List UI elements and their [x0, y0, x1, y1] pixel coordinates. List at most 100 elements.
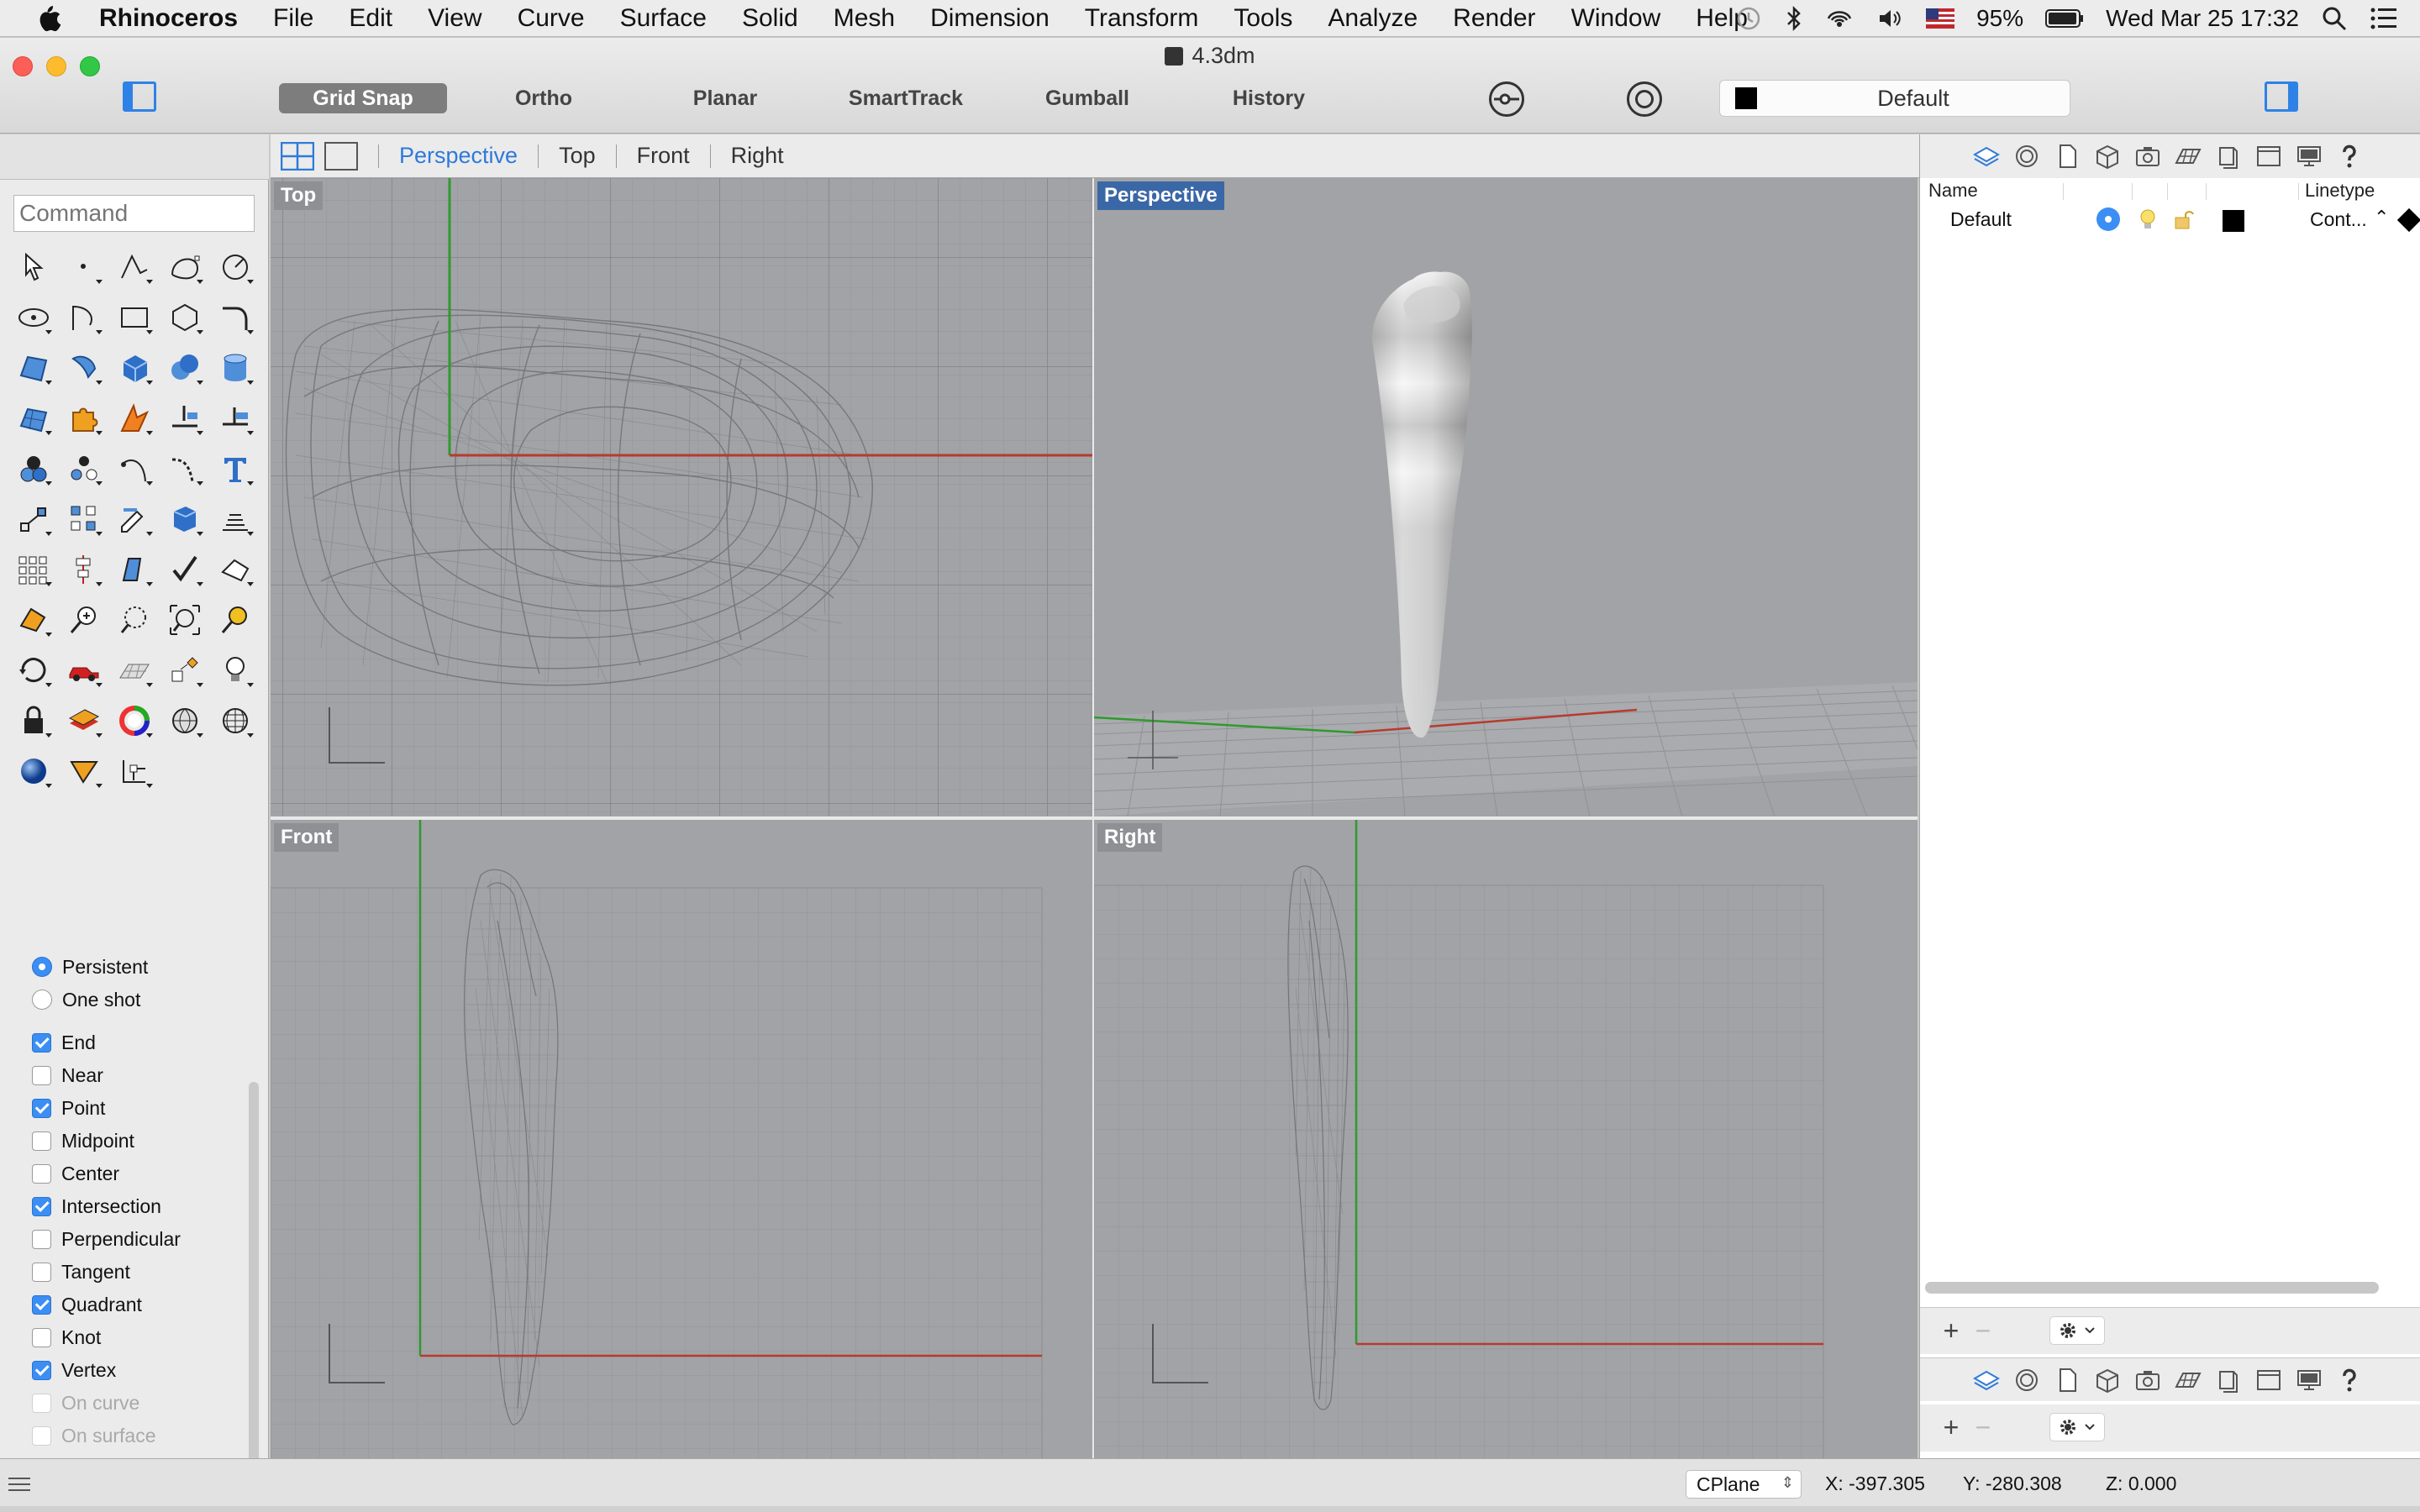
checkbox[interactable] [32, 1032, 51, 1053]
radio-button[interactable] [32, 990, 52, 1010]
menu-file[interactable]: File [255, 4, 331, 33]
notes-panel-icon[interactable] [2051, 140, 2083, 172]
current-layer-combo[interactable]: Default [1719, 80, 2070, 117]
filter-icon[interactable] [1489, 81, 1524, 117]
osnap-quadrant[interactable]: Quadrant [32, 1292, 142, 1317]
menu-edit[interactable]: Edit [331, 4, 410, 33]
cone-icon[interactable] [59, 746, 109, 796]
zoom-selected-icon[interactable] [210, 595, 260, 645]
menu-surface[interactable]: Surface [602, 4, 724, 33]
battery-icon[interactable] [2034, 0, 2095, 37]
properties-panel-icon[interactable] [2011, 140, 2043, 172]
osnap-mode-persistent[interactable]: Persistent [32, 954, 148, 979]
cylinder-icon[interactable] [210, 343, 260, 393]
layers-col-linetype[interactable]: Linetype [2305, 180, 2375, 202]
menu-app-name[interactable]: Rhinoceros [91, 4, 255, 33]
checkbox[interactable] [32, 1131, 51, 1151]
cube-panel-icon[interactable] [2091, 140, 2123, 172]
dimension-icon[interactable] [210, 544, 260, 595]
solid-edit-icon[interactable] [160, 494, 210, 544]
layer-linetype[interactable]: Cont... [2310, 208, 2367, 231]
layer-unlocked-icon[interactable] [2174, 208, 2194, 230]
command-input[interactable] [13, 195, 255, 232]
battery-percent[interactable]: 95% [1965, 0, 2034, 37]
circle-icon[interactable] [210, 242, 260, 292]
cube-panel-icon[interactable] [2091, 1364, 2123, 1396]
layers-horizontal-scrollbar[interactable] [1925, 1282, 2379, 1294]
tab-perspective[interactable]: Perspective [399, 143, 518, 169]
volume-icon[interactable] [1865, 0, 1915, 37]
array-icon[interactable] [59, 494, 109, 544]
ortho-toggle[interactable]: Ortho [487, 83, 600, 113]
notes-panel-icon[interactable] [2051, 1364, 2083, 1396]
osnap-on-curve[interactable]: On curve [32, 1390, 139, 1415]
layer-row[interactable]: Default Cont... ⌃ [1920, 203, 2420, 234]
help-panel-icon[interactable] [2333, 1364, 2365, 1396]
menu-render[interactable]: Render [1435, 4, 1553, 33]
grid-panel-icon[interactable] [2172, 1364, 2204, 1396]
viewport-top[interactable]: Top [271, 178, 1092, 816]
viewport-label-front[interactable]: Front [274, 823, 339, 852]
checkbox[interactable] [32, 1262, 51, 1282]
checkbox[interactable] [32, 1229, 51, 1249]
contour-icon[interactable] [210, 494, 260, 544]
osnap-tangent[interactable]: Tangent [32, 1259, 130, 1284]
osnap-end[interactable]: End [32, 1030, 96, 1055]
options-button[interactable] [2049, 1413, 2105, 1441]
window-panel-icon[interactable] [2253, 140, 2285, 172]
layout-panel-icon[interactable] [2212, 1364, 2244, 1396]
layers-panel-icon[interactable] [1970, 140, 2002, 172]
lock-icon[interactable] [8, 696, 59, 746]
split-icon[interactable] [160, 393, 210, 444]
input-source-flag-icon[interactable] [1915, 0, 1965, 37]
viewport-label-right[interactable]: Right [1097, 823, 1163, 852]
menu-dimension[interactable]: Dimension [913, 4, 1067, 33]
linetype-stepper-icon[interactable]: ⌃ [2374, 207, 2389, 228]
rotate-view-icon[interactable] [8, 645, 59, 696]
apple-menu-icon[interactable] [32, 2, 66, 35]
gumball-toggle[interactable]: Gumball [1027, 83, 1148, 113]
checkbox[interactable] [32, 1327, 51, 1347]
check-icon[interactable] [160, 544, 210, 595]
viewport-label-perspective[interactable]: Perspective [1097, 181, 1224, 210]
add-item-button[interactable]: + [1937, 1412, 1965, 1442]
wireframe-sphere-icon[interactable] [210, 696, 260, 746]
zoom-extents-icon[interactable] [160, 595, 210, 645]
osnap-perpendicular[interactable]: Perpendicular [32, 1226, 181, 1252]
current-layer-indicator-icon[interactable] [2096, 207, 2120, 231]
surface-icon[interactable] [8, 343, 59, 393]
grid-panel-icon[interactable] [2172, 140, 2204, 172]
menu-tools[interactable]: Tools [1216, 4, 1310, 33]
layer-visible-bulb-icon[interactable] [2137, 207, 2159, 231]
osnap-near[interactable]: Near [32, 1063, 103, 1088]
light-bulb-icon[interactable] [210, 645, 260, 696]
sphere-display-icon[interactable] [160, 696, 210, 746]
layer-print-color-icon[interactable] [2396, 207, 2420, 233]
osnap-knot[interactable]: Knot [32, 1325, 101, 1350]
point-icon[interactable] [59, 242, 109, 292]
cplane-select[interactable]: CPlane ⇕ [1686, 1470, 1802, 1499]
tab-front[interactable]: Front [637, 143, 690, 169]
time-machine-icon[interactable] [1723, 0, 1774, 37]
arc-icon[interactable] [59, 292, 109, 343]
tab-right[interactable]: Right [731, 143, 784, 169]
color-wheel-icon[interactable] [109, 696, 160, 746]
car-render-icon[interactable] [59, 645, 109, 696]
osnap-center[interactable]: Center [32, 1161, 119, 1186]
layers-col-name[interactable]: Name [1928, 180, 1978, 202]
help-panel-icon[interactable] [2333, 140, 2365, 172]
align-icon[interactable] [59, 544, 109, 595]
zoom-window-icon[interactable] [109, 595, 160, 645]
notification-center-icon[interactable] [2359, 0, 2420, 37]
text-icon[interactable] [210, 444, 260, 494]
planar-toggle[interactable]: Planar [671, 83, 780, 113]
fillet-curve-icon[interactable] [210, 292, 260, 343]
named-positions-icon[interactable] [160, 645, 210, 696]
osnap-mode-one-shot[interactable]: One shot [32, 987, 140, 1012]
four-viewport-layout-icon[interactable] [281, 141, 314, 171]
osnap-intersection[interactable]: Intersection [32, 1194, 161, 1219]
menu-view[interactable]: View [410, 4, 499, 33]
grid-snap-toggle[interactable]: Grid Snap [279, 83, 447, 113]
plane-grid-icon[interactable] [109, 645, 160, 696]
pan-view-icon[interactable] [8, 595, 59, 645]
